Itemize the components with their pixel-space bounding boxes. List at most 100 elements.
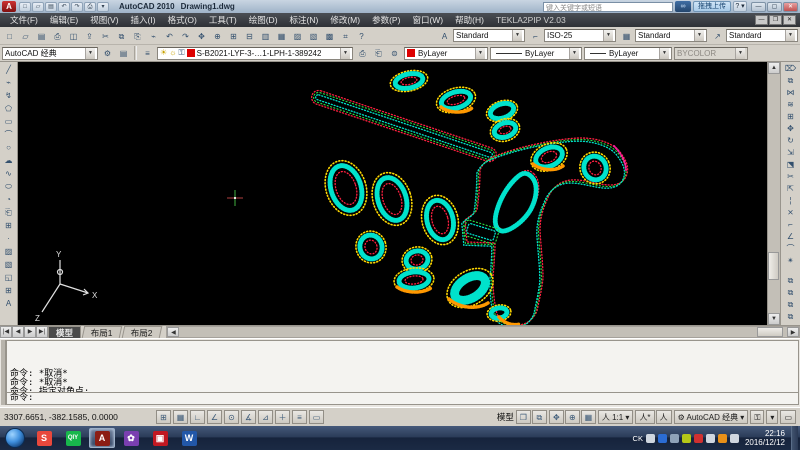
erase-icon[interactable]: ⌦: [783, 63, 798, 75]
dot-icon[interactable]: [718, 434, 727, 443]
extend-icon[interactable]: ⇱: [783, 183, 798, 195]
maximize-button[interactable]: ▢: [767, 2, 782, 12]
qat-dropdown-icon[interactable]: ▾: [97, 2, 109, 12]
style-dropdown[interactable]: Standard▼: [453, 29, 525, 42]
menu-item[interactable]: 帮助(H): [449, 14, 490, 26]
scroll-left-icon[interactable]: ◀: [167, 327, 179, 337]
explode-icon[interactable]: ✴: [783, 255, 798, 267]
matchprop-icon[interactable]: ⌁: [146, 29, 161, 43]
menu-item[interactable]: 格式(O): [162, 14, 203, 26]
app-autocad[interactable]: A: [89, 428, 115, 448]
lwt-toggle[interactable]: ≡: [292, 410, 307, 424]
zoom-previous-icon[interactable]: ⊟: [242, 29, 257, 43]
grid-toggle[interactable]: ▦: [173, 410, 188, 424]
doc-minimize-button[interactable]: —: [755, 15, 768, 25]
clean-screen-button[interactable]: ▭: [780, 410, 796, 424]
make-current-icon[interactable]: ⎙: [355, 46, 370, 60]
insert-block-icon[interactable]: ⎗: [1, 206, 16, 219]
horizontal-scrollbar[interactable]: ◀ ▶: [166, 326, 800, 338]
battery-icon[interactable]: [706, 434, 715, 443]
doc-close-button[interactable]: ✕: [783, 15, 796, 25]
draworder-under-icon[interactable]: ⧉: [783, 311, 798, 323]
hatch-icon[interactable]: ▨: [1, 245, 16, 258]
upload-button[interactable]: 拖拽上传: [693, 1, 731, 12]
trim-icon[interactable]: ✂: [783, 171, 798, 183]
start-button[interactable]: [5, 428, 25, 448]
otrack-toggle[interactable]: ∡: [241, 410, 256, 424]
doc-restore-button[interactable]: ❐: [769, 15, 782, 25]
line-icon[interactable]: ╱: [1, 63, 16, 76]
tab-layout[interactable]: 布局1: [82, 326, 122, 338]
dyn-toggle[interactable]: ＋: [275, 410, 290, 424]
make-block-icon[interactable]: ⊞: [1, 219, 16, 232]
model-space-button[interactable]: 模型: [497, 411, 514, 423]
preview-icon[interactable]: ◫: [66, 29, 81, 43]
menu-item[interactable]: 修改(M): [324, 14, 366, 26]
new-icon[interactable]: □: [19, 2, 31, 12]
save-icon[interactable]: ▤: [34, 29, 49, 43]
help-circle-icon[interactable]: [658, 434, 667, 443]
flag-icon[interactable]: [694, 434, 703, 443]
layer-states-icon[interactable]: ⊜: [387, 46, 402, 60]
copy-icon[interactable]: ⧉: [783, 75, 798, 87]
shield-icon[interactable]: [682, 434, 691, 443]
cut-icon[interactable]: ✂: [98, 29, 113, 43]
redo-icon[interactable]: ↷: [71, 2, 83, 12]
designcenter-icon[interactable]: ▦: [274, 29, 289, 43]
communication-center-icon[interactable]: ∞: [675, 1, 691, 12]
markup-icon[interactable]: ▩: [322, 29, 337, 43]
undo-icon[interactable]: ↶: [162, 29, 177, 43]
paste-icon[interactable]: ⎘: [130, 29, 145, 43]
style-icon[interactable]: ▦: [619, 29, 634, 43]
minimize-button[interactable]: —: [751, 2, 766, 12]
ellipse-arc-icon[interactable]: ◔: [1, 193, 16, 206]
anno-auto-icon[interactable]: 人: [656, 410, 672, 424]
draworder-back-icon[interactable]: ⧉: [783, 287, 798, 299]
snap-toggle[interactable]: ⊞: [156, 410, 171, 424]
layer-prev-icon[interactable]: ⎗: [371, 46, 386, 60]
hscroll-thumb[interactable]: [757, 327, 783, 337]
quickcalc-icon[interactable]: ⌗: [338, 29, 353, 43]
polygon-icon[interactable]: ⬠: [1, 102, 16, 115]
open-icon[interactable]: ▱: [32, 2, 44, 12]
quickview-drawings-icon[interactable]: ⧉: [532, 410, 547, 424]
revcloud-icon[interactable]: ☁: [1, 154, 16, 167]
gradient-icon[interactable]: ▧: [1, 258, 16, 271]
workspace-switch-button[interactable]: ⚙ AutoCAD 经典 ▾: [674, 410, 749, 424]
menu-item[interactable]: 绘图(D): [243, 14, 284, 26]
search-input[interactable]: 键入关键字或短语: [543, 2, 673, 12]
polyline-icon[interactable]: ↯: [1, 89, 16, 102]
ducs-toggle[interactable]: ⊿: [258, 410, 273, 424]
mirror-icon[interactable]: ⋈: [783, 87, 798, 99]
redo-icon[interactable]: ↷: [178, 29, 193, 43]
publish-icon[interactable]: ⇪: [82, 29, 97, 43]
offset-icon[interactable]: ≋: [783, 99, 798, 111]
ime-indicator[interactable]: CK: [633, 434, 643, 443]
region-icon[interactable]: ◱: [1, 271, 16, 284]
tab-model[interactable]: 模型: [48, 326, 81, 338]
style-dropdown[interactable]: Standard▼: [726, 29, 798, 42]
speaker-icon[interactable]: [730, 434, 739, 443]
toolpalettes-icon[interactable]: ▨: [290, 29, 305, 43]
tab-nav-button[interactable]: |◀: [0, 326, 12, 338]
polar-toggle[interactable]: ∠: [207, 410, 222, 424]
menu-item[interactable]: 插入(I): [125, 14, 162, 26]
help-icon[interactable]: ?: [354, 29, 369, 43]
drawing-canvas[interactable]: Y X Z: [18, 62, 767, 325]
annotation-scale-button[interactable]: 人 1:1 ▾: [598, 410, 634, 424]
scroll-down-icon[interactable]: ▼: [768, 313, 780, 325]
close-button[interactable]: ✕: [783, 2, 798, 12]
osnap-toggle[interactable]: ⊙: [224, 410, 239, 424]
ortho-toggle[interactable]: ∟: [190, 410, 205, 424]
ellipse-icon[interactable]: ⬭: [1, 180, 16, 193]
command-prompt-input[interactable]: 命令:: [7, 392, 798, 404]
scale-icon[interactable]: ⇲: [783, 147, 798, 159]
lineweight-dropdown[interactable]: ByLayer▼: [584, 47, 672, 60]
app-pinwheel[interactable]: ✿: [118, 428, 144, 448]
qp-toggle[interactable]: ▭: [309, 410, 324, 424]
array-icon[interactable]: ⊞: [783, 111, 798, 123]
save-workspace-icon[interactable]: ▤: [116, 46, 131, 60]
quickview-layouts-icon[interactable]: ❐: [516, 410, 531, 424]
help-button[interactable]: ? ▾: [733, 1, 747, 12]
workspace-dropdown[interactable]: AutoCAD 经典▼: [2, 47, 98, 60]
